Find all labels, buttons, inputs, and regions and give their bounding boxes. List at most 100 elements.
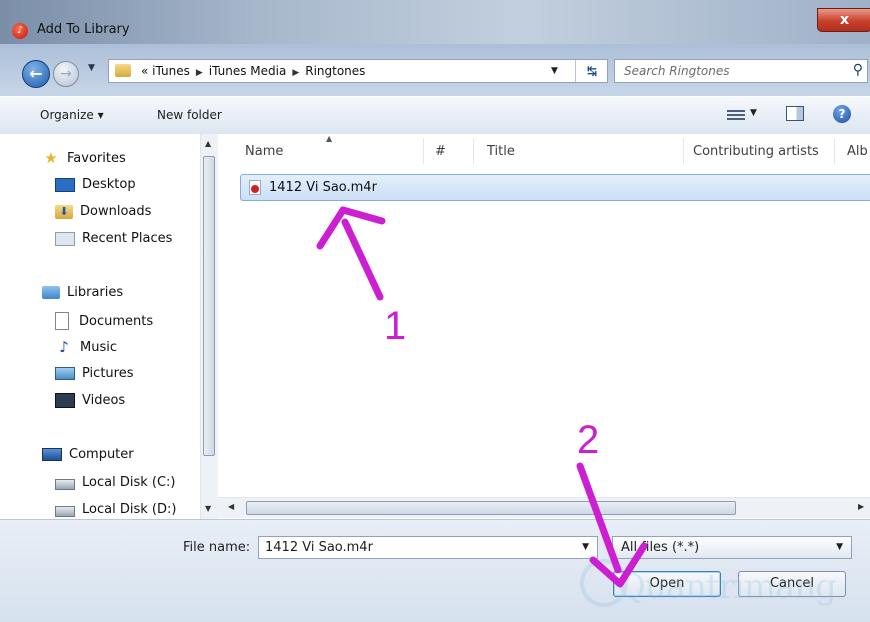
navigation-row: ← → ▼ « iTunes ▶ iTunes Media ▶ Ringtones ▼ …: [0, 52, 870, 90]
scroll-right-icon[interactable]: ▶: [858, 502, 864, 511]
help-icon[interactable]: ?: [833, 105, 851, 123]
folder-icon: [115, 64, 131, 77]
file-name-dropdown-icon[interactable]: ▼: [582, 542, 589, 552]
sidebar-item-label: Videos: [82, 393, 126, 408]
sidebar-item-libraries[interactable]: Libraries: [42, 285, 123, 300]
documents-icon: [55, 312, 69, 330]
column-divider[interactable]: [473, 138, 474, 164]
sidebar-item-desktop[interactable]: Desktop: [55, 177, 136, 192]
breadcrumb: « iTunes ▶ iTunes Media ▶ Ringtones: [141, 64, 365, 78]
column-header-album[interactable]: Alb: [847, 144, 868, 159]
breadcrumb-item-ringtones[interactable]: Ringtones: [305, 64, 365, 78]
search-placeholder: Search Ringtones: [624, 64, 730, 78]
scroll-down-icon[interactable]: ▼: [205, 504, 211, 513]
open-button[interactable]: Open: [613, 571, 721, 597]
breadcrumb-item-itunes[interactable]: « iTunes: [141, 64, 190, 78]
sidebar-item-label: Pictures: [82, 366, 134, 381]
sidebar-item-pictures[interactable]: Pictures: [55, 366, 133, 381]
sidebar-item-downloads[interactable]: ⬇ Downloads: [55, 204, 151, 219]
sidebar-item-videos[interactable]: Videos: [55, 393, 125, 408]
history-dropdown-icon[interactable]: ▼: [88, 63, 95, 73]
column-divider[interactable]: [683, 138, 684, 164]
file-type-dropdown-icon[interactable]: ▼: [836, 542, 843, 552]
dialog-window: ♪ Add To Library x ← → ▼ « iTunes ▶ iTunes…: [0, 0, 870, 622]
refresh-icon[interactable]: ↹: [575, 60, 608, 82]
sidebar-item-label: Libraries: [67, 285, 124, 300]
new-folder-button[interactable]: New folder: [157, 108, 222, 122]
file-name-value: 1412 Vi Sao.m4r: [265, 540, 373, 555]
close-button[interactable]: x: [817, 8, 870, 32]
back-arrow-icon[interactable]: ←: [22, 60, 50, 88]
computer-icon: [42, 448, 62, 461]
sidebar-item-label: Downloads: [80, 204, 152, 219]
sidebar-item-label: Computer: [69, 447, 134, 462]
column-divider[interactable]: [834, 138, 835, 164]
star-icon: ★: [44, 149, 58, 167]
cancel-button[interactable]: Cancel: [738, 571, 846, 597]
scroll-up-icon[interactable]: ▲: [205, 139, 211, 148]
scroll-left-icon[interactable]: ◀: [228, 502, 234, 511]
itunes-icon: ♪: [12, 23, 28, 39]
column-header-number[interactable]: #: [435, 144, 446, 159]
forward-arrow-icon[interactable]: →: [53, 61, 79, 87]
sidebar-item-label: Local Disk (D:): [82, 501, 177, 517]
browser-body: ★ Favorites Desktop ⬇ Downloads Recent Pla…: [0, 134, 870, 519]
column-header-name[interactable]: Name: [245, 144, 283, 159]
sidebar-item-music[interactable]: ♪ Music: [55, 339, 117, 355]
navigation-pane: ★ Favorites Desktop ⬇ Downloads Recent Pla…: [0, 134, 218, 519]
horizontal-scrollbar[interactable]: ◀ ▶: [218, 497, 870, 518]
annotation-step-1: 1: [384, 304, 407, 348]
sidebar-item-label: Local Disk (C:): [82, 474, 176, 490]
sidebar-item-local-disk-c[interactable]: Local Disk (C:): [55, 474, 175, 490]
file-list: Name ▲ # Title Contributing artists Alb …: [218, 134, 870, 519]
file-name-label: File name:: [183, 540, 251, 555]
file-name-field[interactable]: 1412 Vi Sao.m4r ▼: [258, 536, 598, 559]
sidebar-item-documents[interactable]: Documents: [55, 312, 153, 330]
recent-places-icon: [55, 231, 75, 246]
sidebar-item-label: Favorites: [67, 150, 126, 166]
horizontal-scroll-thumb[interactable]: [246, 501, 736, 515]
disk-icon: [55, 479, 75, 490]
sidebar-item-label: Music: [80, 339, 117, 355]
views-dropdown-icon[interactable]: ▼: [750, 108, 757, 118]
breadcrumb-separator-icon[interactable]: ▶: [292, 68, 299, 78]
file-type-select[interactable]: All files (*.*) ▼: [612, 536, 852, 559]
list-item[interactable]: 1412 Vi Sao.m4r: [240, 174, 870, 201]
command-toolbar: Organize ▾ New folder ▼ ?: [0, 96, 870, 135]
breadcrumb-item-itunes-media[interactable]: iTunes Media: [209, 64, 287, 78]
search-icon[interactable]: ⚲: [853, 62, 863, 78]
address-bar[interactable]: « iTunes ▶ iTunes Media ▶ Ringtones ▼ ↹: [108, 59, 608, 83]
title-bar: ♪ Add To Library x: [0, 0, 870, 44]
nav-scrollbar[interactable]: ▲ ▼: [200, 134, 218, 519]
file-name: 1412 Vi Sao.m4r: [269, 180, 377, 195]
sidebar-item-local-disk-d[interactable]: Local Disk (D:): [55, 501, 176, 517]
sort-ascending-icon: ▲: [326, 134, 333, 143]
desktop-icon: [55, 177, 75, 192]
search-input[interactable]: Search Ringtones ⚲: [614, 59, 868, 83]
videos-icon: [55, 393, 75, 408]
dialog-footer: File name: 1412 Vi Sao.m4r ▼ All files (…: [0, 519, 870, 622]
disk-icon: [55, 506, 75, 517]
views-icon[interactable]: [727, 108, 745, 122]
music-icon: ♪: [59, 338, 69, 356]
breadcrumb-separator-icon[interactable]: ▶: [196, 68, 203, 78]
sidebar-item-label: Documents: [79, 313, 154, 329]
downloads-icon: ⬇: [55, 204, 73, 219]
sidebar-item-computer[interactable]: Computer: [42, 447, 134, 462]
audio-file-icon: [249, 180, 261, 195]
column-divider[interactable]: [423, 138, 424, 164]
sidebar-item-label: Desktop: [82, 177, 136, 192]
window-title: Add To Library: [37, 22, 130, 37]
address-dropdown-icon[interactable]: ▼: [551, 66, 558, 76]
sidebar-item-recent-places[interactable]: Recent Places: [55, 231, 172, 246]
nav-scroll-thumb[interactable]: [203, 156, 215, 456]
sidebar-item-favorites[interactable]: ★ Favorites: [42, 149, 126, 167]
column-header-contributing-artists[interactable]: Contributing artists: [693, 144, 819, 159]
preview-pane-icon[interactable]: [786, 106, 804, 121]
file-type-value: All files (*.*): [621, 540, 700, 555]
column-header-title[interactable]: Title: [487, 144, 515, 159]
organize-button[interactable]: Organize ▾: [40, 108, 104, 122]
sidebar-item-label: Recent Places: [82, 231, 173, 246]
pictures-icon: [55, 367, 75, 380]
library-icon: [42, 286, 60, 299]
